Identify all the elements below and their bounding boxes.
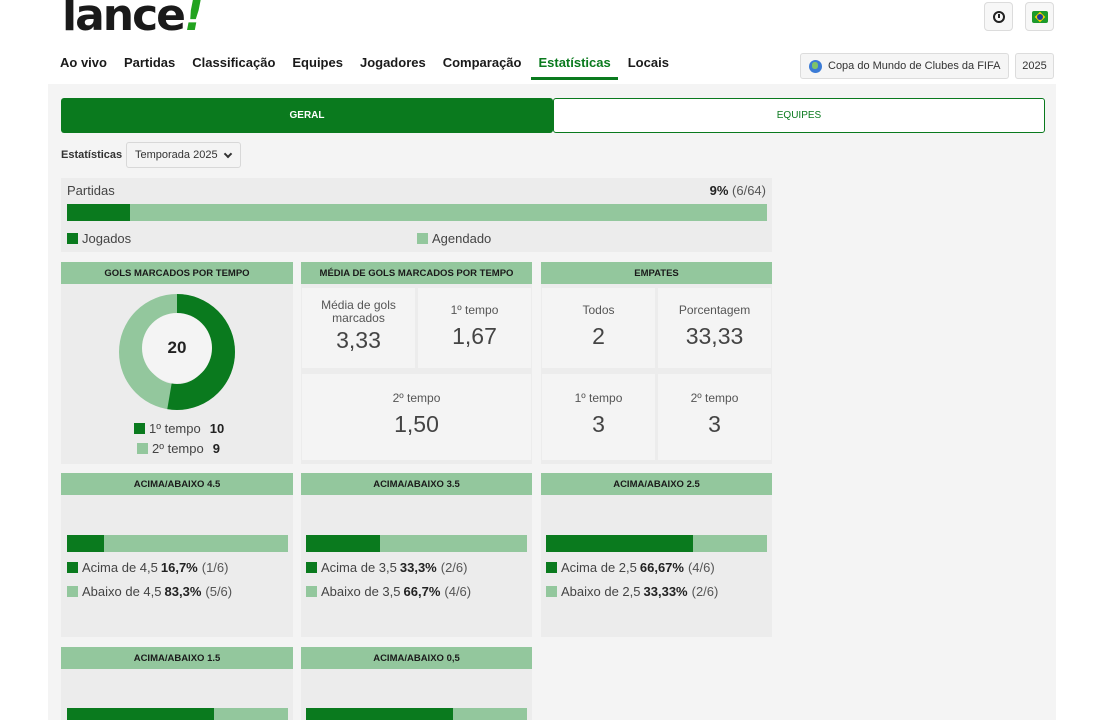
over-under-bar — [306, 535, 527, 552]
legend-above: Acima de 2,5 66,67% (4/6) — [546, 560, 715, 575]
legend-swatch-light — [67, 586, 78, 597]
competition-selector[interactable]: Copa do Mundo de Clubes da FIFA — [800, 53, 1010, 79]
nav-jogadores[interactable]: Jogadores — [360, 55, 426, 80]
over-under-bar-fill — [67, 708, 215, 720]
over-under-bar-fill — [306, 535, 380, 552]
legend-above: Acima de 4,5 16,7% (1/6) — [67, 560, 228, 575]
over-under-bar-fill — [546, 535, 694, 552]
nav-classificacao[interactable]: Classificação — [192, 55, 275, 80]
stat-media-second-half: 2º tempo 1,50 — [302, 374, 531, 460]
nav-estatisticas[interactable]: Estatísticas — [531, 55, 619, 80]
partidas-progress-fill — [67, 204, 130, 221]
legend-swatch-light — [137, 443, 148, 454]
legend-below: Abaixo de 2,5 33,33% (2/6) — [546, 584, 718, 599]
over-under-bar — [67, 535, 288, 552]
over-under-bar-fill — [306, 708, 454, 720]
legend-swatch-dark — [67, 233, 78, 244]
region-flag-button[interactable] — [1025, 2, 1054, 31]
over-under-bar — [306, 708, 527, 720]
tab-equipes[interactable]: EQUIPES — [553, 98, 1045, 133]
legend-below: Abaixo de 4,5 83,3% (5/6) — [67, 584, 232, 599]
legend-swatch-dark — [67, 562, 78, 573]
season-select[interactable]: Temporada 2025 — [126, 142, 241, 168]
card-title-gols-por-tempo: GOLS MARCADOS POR TEMPO — [61, 262, 293, 284]
card-over-under-1-5 — [61, 669, 293, 720]
stat-empates-first-half: 1º tempo 3 — [542, 374, 655, 460]
stat-empates-porcentagem: Porcentagem 33,33 — [658, 288, 771, 368]
card-title-over-under-3-5: ACIMA/ABAIXO 3.5 — [301, 473, 532, 495]
clock-icon — [992, 10, 1005, 23]
brazil-flag-icon — [1031, 10, 1048, 23]
nav-partidas[interactable]: Partidas — [124, 55, 175, 80]
nav-locais[interactable]: Locais — [628, 55, 669, 80]
card-over-under-3-5: Acima de 3,5 33,3% (2/6) Abaixo de 3,5 66,7… — [301, 495, 532, 637]
card-title-empates: EMPATES — [541, 262, 772, 284]
stat-empates-todos: Todos 2 — [542, 288, 655, 368]
lance-logo[interactable]: lance! — [62, 0, 204, 38]
tab-geral[interactable]: GERAL — [61, 98, 553, 133]
legend-swatch-dark — [546, 562, 557, 573]
legend-swatch-dark — [134, 423, 145, 434]
legend-second-half-goals: 2º tempo 9 — [137, 441, 220, 456]
card-over-under-4-5: Acima de 4,5 16,7% (1/6) Abaixo de 4,5 83,3… — [61, 495, 293, 637]
nav-ao-vivo[interactable]: Ao vivo — [60, 55, 107, 80]
partidas-progress-bar — [67, 204, 767, 221]
filter-label: Estatísticas — [61, 149, 123, 161]
card-over-under-0-5 — [301, 669, 532, 720]
live-clock-button[interactable] — [984, 2, 1013, 31]
card-title-over-under-0-5: ACIMA/ABAIXO 0,5 — [301, 647, 532, 669]
season-year-selector[interactable]: 2025 — [1015, 53, 1054, 79]
card-title-over-under-1-5: ACIMA/ABAIXO 1.5 — [61, 647, 293, 669]
partidas-progress-text: 9% (6/64) — [709, 183, 766, 198]
legend-swatch-light — [546, 586, 557, 597]
card-title-over-under-4-5: ACIMA/ABAIXO 4.5 — [61, 473, 293, 495]
competition-label: Copa do Mundo de Clubes da FIFA — [828, 60, 1001, 72]
legend-jogados: Jogados — [67, 231, 131, 246]
season-select-value: Temporada 2025 — [135, 149, 218, 161]
card-title-over-under-2-5: ACIMA/ABAIXO 2.5 — [541, 473, 772, 495]
nav-equipes[interactable]: Equipes — [292, 55, 343, 80]
over-under-bar — [546, 535, 767, 552]
card-over-under-2-5: Acima de 2,5 66,67% (4/6) Abaixo de 2,5 33,… — [541, 495, 772, 637]
nav-comparacao[interactable]: Comparação — [443, 55, 522, 80]
legend-agendado: Agendado — [417, 231, 491, 246]
partidas-title: Partidas — [67, 183, 115, 198]
partidas-panel: Partidas 9% (6/64) Jogados Agendado — [61, 178, 772, 252]
legend-above: Acima de 3,5 33,3% (2/6) — [306, 560, 467, 575]
stat-empates-second-half: 2º tempo 3 — [658, 374, 771, 460]
legend-below: Abaixo de 3,5 66,7% (4/6) — [306, 584, 471, 599]
legend-swatch-light — [417, 233, 428, 244]
goals-total: 20 — [142, 313, 212, 383]
over-under-bar-fill — [67, 535, 104, 552]
stat-media-first-half: 1º tempo 1,67 — [418, 288, 531, 368]
legend-swatch-dark — [306, 562, 317, 573]
over-under-bar — [67, 708, 288, 720]
legend-first-half-goals: 1º tempo 10 — [134, 421, 224, 436]
card-title-media-gols: MÉDIA DE GOLS MARCADOS POR TEMPO — [301, 262, 532, 284]
stat-media-gols: Média de gols marcados 3,33 — [302, 288, 415, 368]
chevron-down-icon — [223, 149, 233, 159]
globe-icon — [809, 59, 822, 73]
legend-swatch-light — [306, 586, 317, 597]
main-nav: Ao vivo Partidas Classificação Equipes J… — [60, 55, 686, 80]
